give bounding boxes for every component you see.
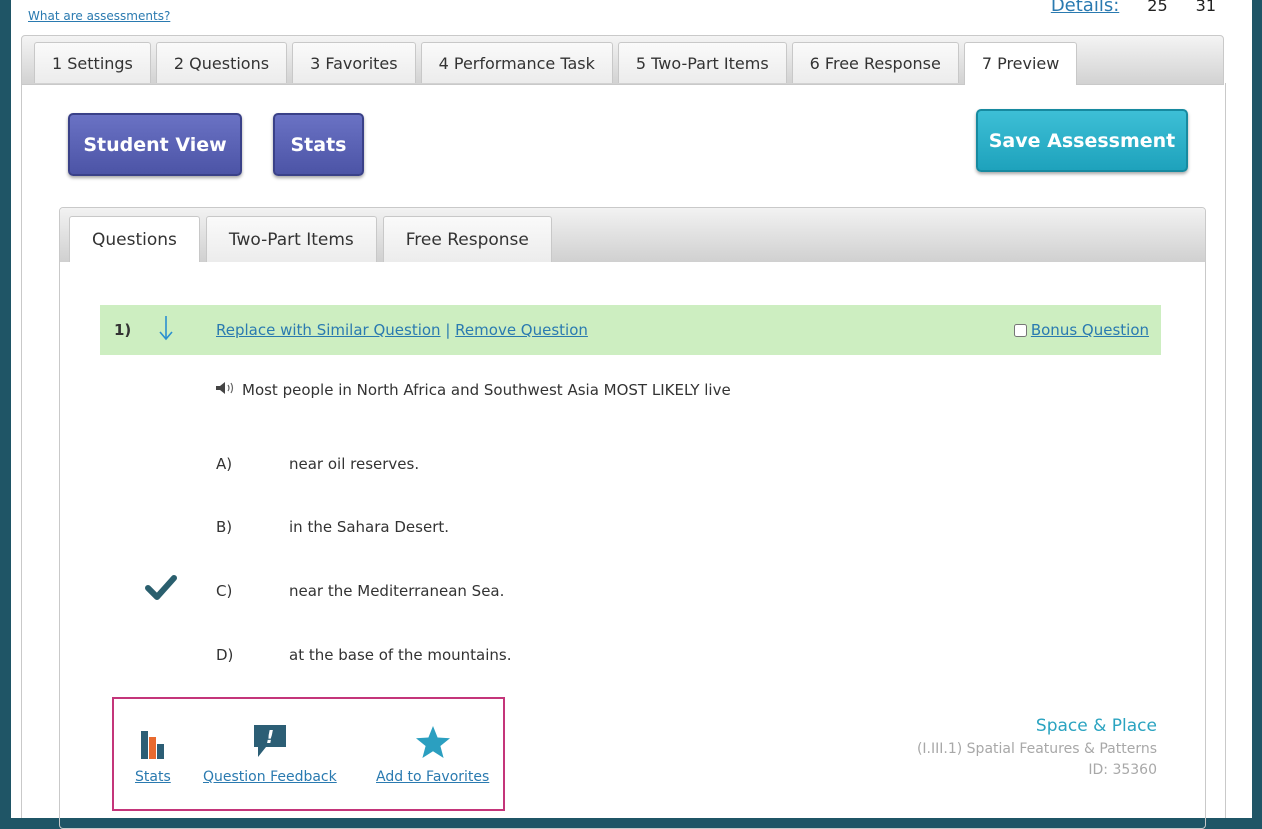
question-number: 1) [114,321,132,339]
top-tab-bar: 1 Settings 2 Questions 3 Favorites 4 Per… [21,35,1224,85]
tab-questions[interactable]: 2 Questions [155,42,288,83]
choice-letter: A) [216,455,233,473]
svg-text:!: ! [266,727,274,748]
replace-similar-question-link[interactable]: Replace with Similar Question [216,321,441,339]
category-label: Space & Place [1035,716,1157,736]
details-value-1: 25 [1147,0,1168,15]
star-icon[interactable] [415,725,451,763]
choice-letter: D) [216,646,234,664]
move-down-arrow-icon[interactable] [158,315,174,345]
answer-choice: A) near oil reserves. [216,455,419,473]
choice-text: near oil reserves. [289,455,420,473]
stats-button[interactable]: Stats [273,113,364,176]
answer-choice: C) near the Mediterranean Sea. [216,582,504,600]
question-actions: Replace with Similar Question | Remove Q… [216,321,588,339]
choice-letter: C) [216,582,233,600]
question-feedback-link[interactable]: Question Feedback [203,769,337,785]
stats-tool[interactable]: Stats [135,727,171,785]
answer-choice: D) at the base of the mountains. [216,646,512,664]
student-view-button[interactable]: Student View [68,113,242,176]
question-header-bar: 1) Replace with Similar Question | Remov… [100,305,1161,355]
inner-tab-questions[interactable]: Questions [69,216,200,262]
inner-tab-bar: Questions Two-Part Items Free Response [60,208,1205,262]
inner-tab-two-part-items[interactable]: Two-Part Items [205,216,377,262]
details-link[interactable]: Details: [1051,0,1119,16]
standard-label: (I.III.1) Spatial Features & Patterns [916,741,1157,757]
question-feedback-tool[interactable]: ! Question Feedback [203,723,337,785]
save-assessment-button[interactable]: Save Assessment [976,109,1188,172]
question-tools-box: Stats ! Question Feedback Add to Favorit… [112,697,505,811]
question-id: ID: 35360 [1088,762,1157,778]
tab-preview[interactable]: 7 Preview [963,42,1078,85]
choice-text: near the Mediterranean Sea. [289,582,505,600]
choice-letter: B) [216,518,233,536]
bonus-question-checkbox[interactable] [1013,323,1027,337]
add-to-favorites-tool[interactable]: Add to Favorites [376,725,489,785]
bonus-question-toggle[interactable]: Bonus Question [1013,321,1149,339]
question-stem: Most people in North Africa and Southwes… [215,381,731,399]
choice-text: at the base of the mountains. [289,646,512,664]
bar-chart-icon[interactable] [140,727,166,763]
add-to-favorites-link[interactable]: Add to Favorites [376,769,489,785]
stats-link[interactable]: Stats [135,769,171,785]
choice-text: in the Sahara Desert. [289,518,450,536]
details-summary: Details: 25 31 [1051,0,1216,16]
answer-choice: B) in the Sahara Desert. [216,518,449,536]
what-are-assessments-link[interactable]: What are assessments? [28,9,170,23]
inner-tab-free-response[interactable]: Free Response [382,216,552,262]
correct-answer-check-icon [145,575,177,605]
tab-settings[interactable]: 1 Settings [34,42,151,83]
feedback-speech-bubble-icon[interactable]: ! [250,723,290,763]
tab-favorites[interactable]: 3 Favorites [292,42,416,83]
tab-two-part-items[interactable]: 5 Two-Part Items [617,42,787,83]
link-separator: | [445,321,451,339]
question-metadata: Space & Place (I.III.1) Spatial Features… [917,716,1157,778]
details-value-2: 31 [1195,0,1216,15]
remove-question-link[interactable]: Remove Question [455,321,588,339]
tab-free-response[interactable]: 6 Free Response [791,42,959,83]
speaker-icon[interactable] [215,381,237,399]
bonus-question-label[interactable]: Bonus Question [1031,321,1149,339]
question-stem-text: Most people in North Africa and Southwes… [242,381,731,399]
tab-performance-task[interactable]: 4 Performance Task [420,42,613,83]
